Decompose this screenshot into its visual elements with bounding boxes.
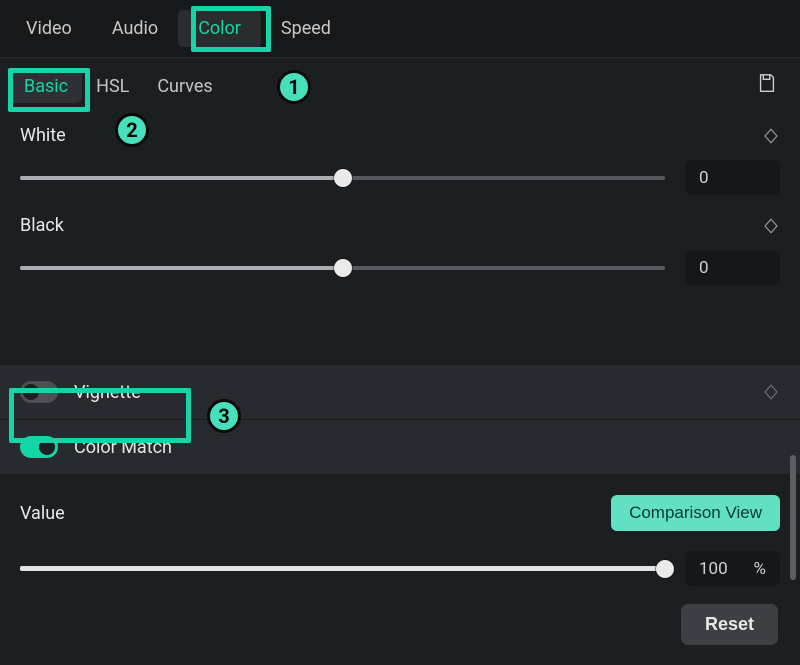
black-slider[interactable] [20,266,665,270]
sub-tab-bar: Basic HSL Curves [0,58,800,115]
top-tab-bar: Video Audio Color Speed [0,0,800,58]
white-slider[interactable] [20,176,665,180]
value-slider-thumb[interactable] [656,560,674,578]
save-preset-button[interactable] [754,72,780,98]
comparison-view-button[interactable]: Comparison View [611,495,780,531]
color-match-value-section: Value Comparison View 100 % [0,475,800,586]
reset-button[interactable]: Reset [681,604,778,645]
toggle-section: Vignette Color Match [0,365,800,475]
black-slider-thumb[interactable] [334,259,352,277]
black-label: Black [20,215,64,236]
color-match-row: Color Match [0,420,800,475]
keyframe-icon[interactable] [762,383,780,401]
vignette-row: Vignette [0,365,800,420]
value-slider[interactable] [20,566,665,571]
black-value: 0 [699,258,766,278]
white-slider-thumb[interactable] [334,169,352,187]
value-input[interactable]: 100 % [685,551,780,586]
keyframe-icon[interactable] [762,127,780,145]
value-label: Value [20,503,65,524]
save-icon [756,72,778,99]
vignette-label: Vignette [74,382,141,403]
subtab-hsl[interactable]: HSL [82,70,143,103]
color-match-toggle[interactable] [20,436,58,458]
value-unit: % [754,559,766,579]
subtab-curves[interactable]: Curves [143,70,226,103]
subtab-basic[interactable]: Basic [10,70,82,103]
keyframe-icon[interactable] [762,217,780,235]
color-panel: Video Audio Color Speed Basic HSL Curves… [0,0,800,665]
tab-speed[interactable]: Speed [261,10,351,47]
scrollbar-thumb[interactable] [790,455,796,580]
basic-sliders: White 0 Black [0,115,800,355]
tab-color[interactable]: Color [178,10,261,47]
tab-audio[interactable]: Audio [92,10,178,47]
value-number: 100 [699,559,754,579]
white-value: 0 [699,168,766,188]
white-label: White [20,125,66,146]
vignette-toggle[interactable] [20,381,58,403]
tab-video[interactable]: Video [6,10,92,47]
white-slider-block: White 0 [20,125,780,195]
black-slider-block: Black 0 [20,215,780,285]
black-value-input[interactable]: 0 [685,250,780,285]
white-value-input[interactable]: 0 [685,160,780,195]
color-match-label: Color Match [74,437,172,458]
footer: Reset [0,586,800,665]
